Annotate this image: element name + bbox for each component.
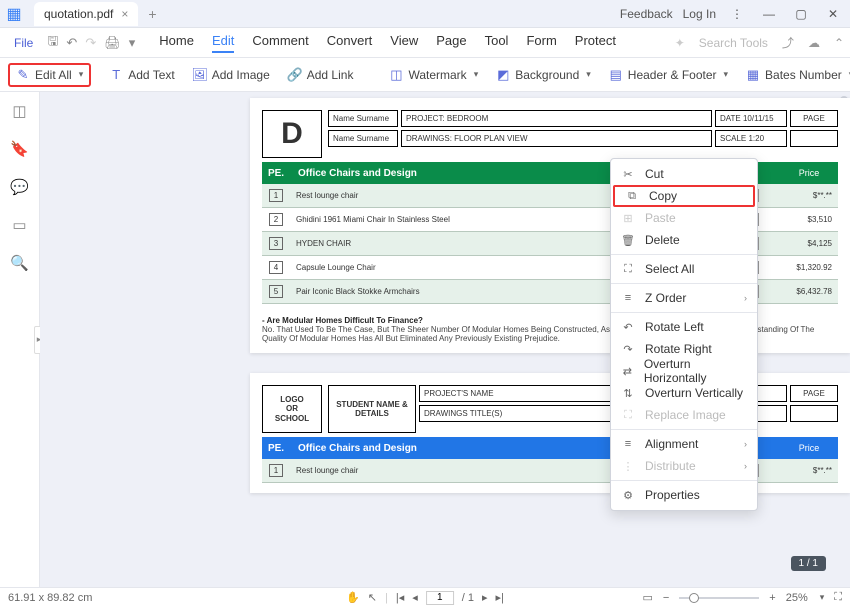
add-link-button[interactable]: 🔗 Add Link [288,68,354,82]
ctx-overturn-vertically[interactable]: ⇅Overturn Vertically [611,382,757,404]
ctx-paste: ⊞Paste [611,207,757,229]
tab-home[interactable]: Home [159,33,194,53]
print-icon[interactable]: 🖨 [104,35,121,51]
kebab-icon[interactable]: ⋮ [726,7,748,21]
zoom-slider[interactable] [679,597,759,599]
tab-title: quotation.pdf [44,7,113,21]
watermark-button[interactable]: ◫ Watermark▾ [389,68,478,82]
ctx-distribute: ⋮Distribute› [611,455,757,477]
zoom-out-icon[interactable]: − [663,592,669,604]
document-tab[interactable]: quotation.pdf × [34,2,138,26]
tab-convert[interactable]: Convert [327,33,373,53]
file-menu[interactable]: File [6,36,41,50]
link-icon: 🔗 [288,68,302,82]
zoom-dropdown-icon[interactable]: ▾ [820,592,825,603]
edit-all-button[interactable]: ✎ Edit All▾ [8,63,91,87]
redo-icon[interactable]: ↷ [85,35,96,51]
pdf-page-2[interactable]: LOGO OR SCHOOL STUDENT NAME & DETAILS PR… [250,373,850,493]
add-image-button[interactable]: 🖼 Add Image [193,68,270,82]
menubar: File 🖫 ↶ ↷ 🖨 ▾ Home Edit Comment Convert… [0,28,850,58]
attachment-icon[interactable]: ▭ [11,216,29,234]
watermark-icon: ◫ [389,68,403,82]
page-total: / 1 [462,592,474,604]
feedback-link[interactable]: Feedback [620,7,673,21]
prev-page-icon[interactable]: ◂ [412,591,418,604]
pdf-page-1[interactable]: D Name Surname PROJECT: BEDROOM DATE 10/… [250,98,850,353]
cloud-icon[interactable]: ☁ [808,36,820,50]
tab-protect[interactable]: Protect [575,33,616,53]
collapse-ribbon-icon[interactable]: ⌃ [834,36,844,50]
zoom-value: 25% [786,592,808,604]
last-page-icon[interactable]: ▸| [496,591,504,604]
more-qa-icon[interactable]: ▾ [129,35,136,51]
doc2-logo: LOGO OR SCHOOL [262,385,322,433]
app-icon: ▦ [0,0,28,28]
select-tool-icon[interactable]: ↖ [368,591,377,604]
background-button[interactable]: ◩ Background▾ [496,68,591,82]
page-dimensions: 61.91 x 89.82 cm [8,592,92,604]
ctx-cut[interactable]: ✂Cut [611,163,757,185]
tab-comment[interactable]: Comment [252,33,308,53]
ctx-z-order[interactable]: ≡Z Order› [611,287,757,309]
header-footer-button[interactable]: ▤ Header & Footer▾ [609,68,728,82]
tab-page[interactable]: Page [436,33,466,53]
page-indicator-badge: 1 / 1 [791,556,826,571]
ctx-replace-image: ⛶Replace Image [611,404,757,426]
save-icon[interactable]: 🖫 [47,32,58,54]
ctx-select-all[interactable]: ⛶Select All [611,258,757,280]
ctx-properties[interactable]: ⚙Properties [611,484,757,506]
ctx-alignment[interactable]: ≡Alignment› [611,433,757,455]
background-icon: ◩ [496,68,510,82]
tab-form[interactable]: Form [526,33,556,53]
add-text-button[interactable]: T Add Text [109,68,174,82]
ctx-delete[interactable]: 🗑Delete [611,229,757,251]
header-footer-icon: ▤ [609,68,623,82]
tab-view[interactable]: View [390,33,418,53]
search-tools-input[interactable]: Search Tools [699,36,768,50]
comment-panel-icon[interactable]: 💬 [11,178,29,196]
zoom-in-icon[interactable]: + [769,592,775,604]
view-mode-icon[interactable]: ▭ [642,591,652,604]
minimize-icon[interactable]: — [758,7,780,21]
first-page-icon[interactable]: |◂ [396,591,404,604]
add-tab-button[interactable]: + [148,6,156,22]
thumbnails-icon[interactable]: ◫ [11,102,29,120]
context-menu: ✂Cut⧉Copy⊞Paste🗑Delete ⛶Select All ≡Z Orde… [610,158,758,511]
close-tab-icon[interactable]: × [121,7,128,21]
ctx-copy[interactable]: ⧉Copy [613,185,755,207]
close-window-icon[interactable]: ✕ [822,7,844,21]
edit-icon: ✎ [16,68,30,82]
image-icon: 🖼 [193,68,207,82]
bates-number-button[interactable]: ▦ Bates Number▾ [746,68,850,82]
titlebar: ▦ quotation.pdf × + Feedback Log In ⋮ — … [0,0,850,28]
wand-icon[interactable]: ✦ [675,36,685,50]
text-icon: T [109,68,123,82]
undo-icon[interactable]: ↶ [66,35,77,51]
search-panel-icon[interactable]: 🔍 [11,254,29,272]
edit-toolbar: ✎ Edit All▾ T Add Text 🖼 Add Image 🔗 Add… [0,58,850,92]
bookmark-icon[interactable]: 🔖 [11,140,29,158]
tab-tool[interactable]: Tool [485,33,509,53]
bates-icon: ▦ [746,68,760,82]
doc-logo: D [262,110,322,158]
share-icon[interactable]: ⤴ [782,34,794,51]
ctx-rotate-left[interactable]: ↶Rotate Left [611,316,757,338]
ctx-overturn-horizontally[interactable]: ⇄Overturn Horizontally [611,360,757,382]
ribbon-tabs: Home Edit Comment Convert View Page Tool… [159,33,616,53]
statusbar: 61.91 x 89.82 cm ✋ ↖ | |◂ ◂ / 1 ▸ ▸| ▭ −… [0,587,850,607]
tab-edit[interactable]: Edit [212,33,234,53]
page-number-input[interactable] [426,591,454,605]
login-link[interactable]: Log In [683,7,716,21]
maximize-icon[interactable]: ▢ [790,7,812,21]
fullscreen-icon[interactable]: ⛶ [834,591,842,604]
hand-tool-icon[interactable]: ✋ [346,591,360,604]
next-page-icon[interactable]: ▸ [482,591,488,604]
